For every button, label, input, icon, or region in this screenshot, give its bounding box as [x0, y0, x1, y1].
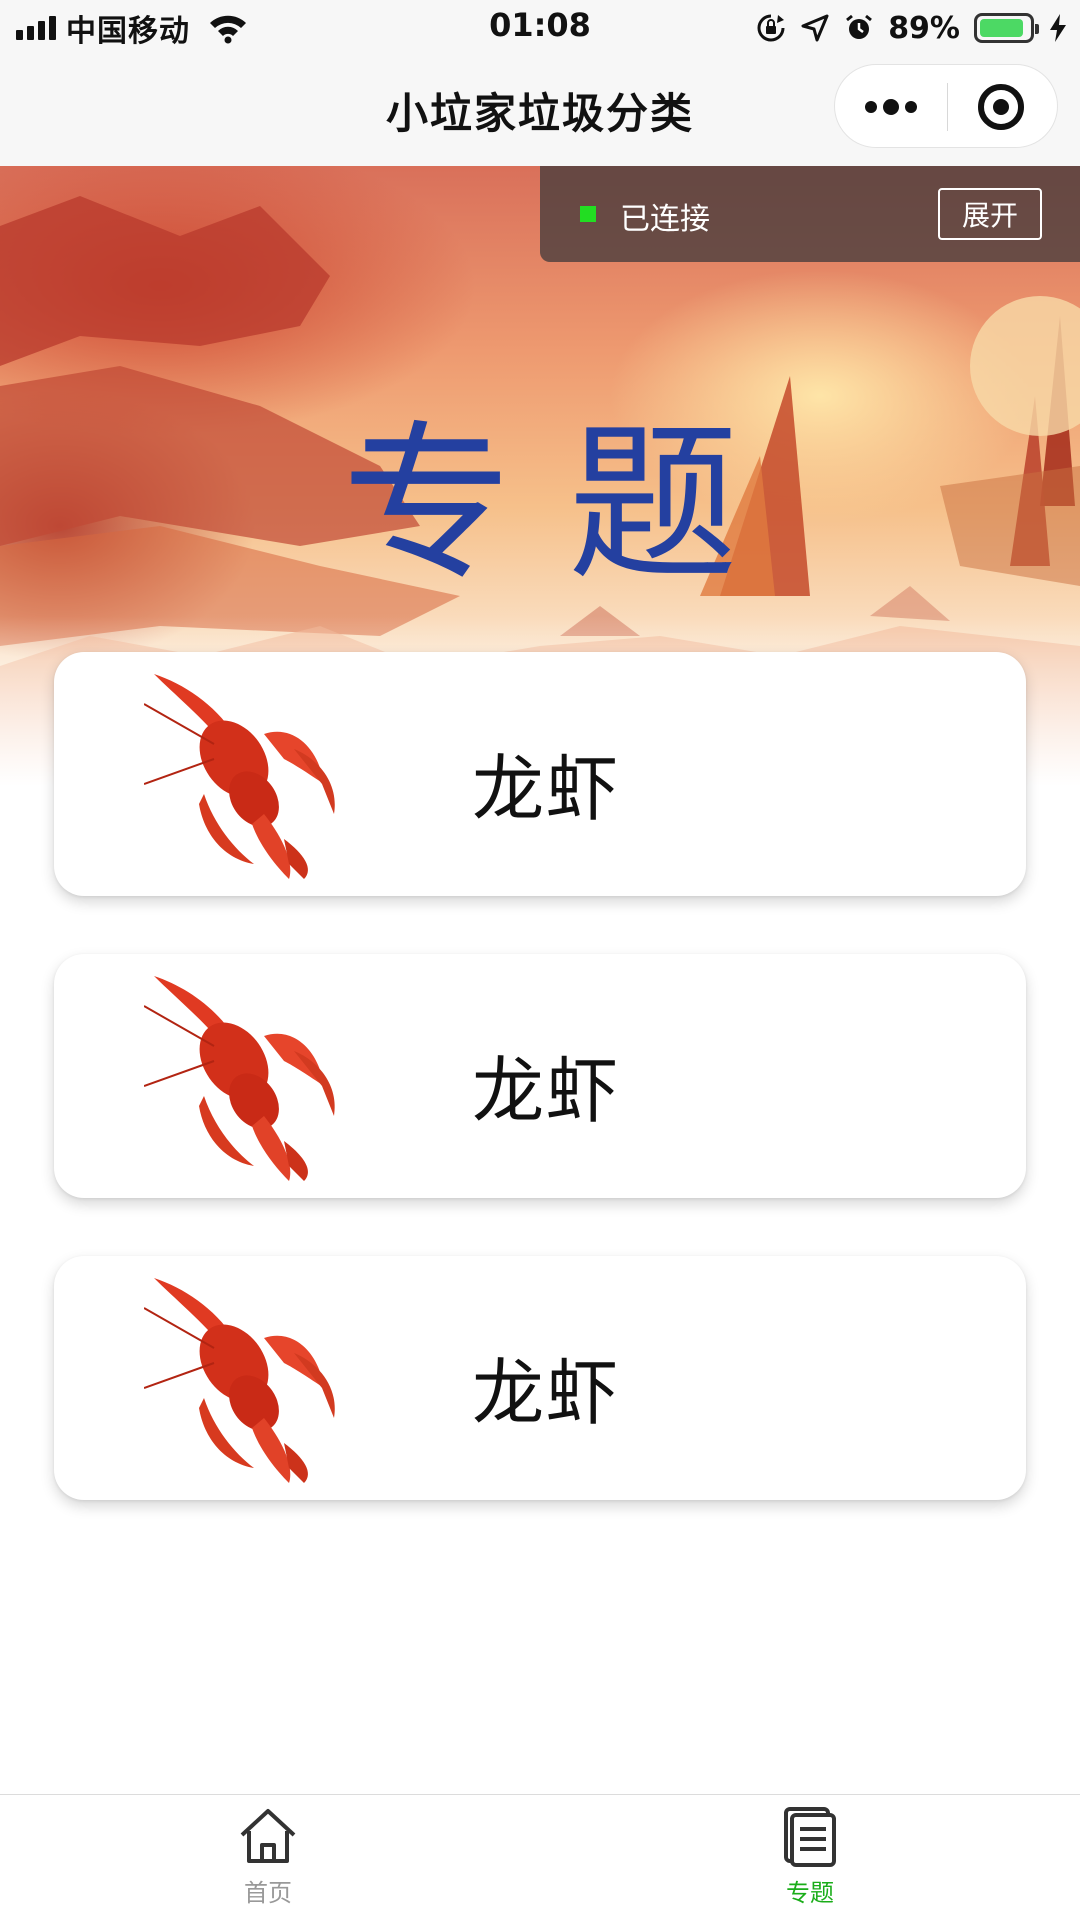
expand-button[interactable]: 展开	[938, 188, 1042, 240]
topic-label: 龙虾	[472, 1049, 621, 1133]
status-right: 89%	[756, 8, 1068, 48]
topic-card[interactable]: 龙虾	[54, 1256, 1026, 1500]
topic-card[interactable]: 龙虾	[54, 652, 1026, 896]
battery-percent: 89%	[888, 10, 960, 46]
connection-status-text: 已连接	[620, 202, 710, 237]
topic-label: 龙虾	[472, 1351, 621, 1435]
location-icon	[801, 14, 829, 42]
debug-connection-bar: 已连接 展开	[540, 166, 1080, 262]
tab-label: 首页	[244, 1879, 292, 1907]
tab-home[interactable]: 首页	[168, 1805, 368, 1915]
topic-card[interactable]: 龙虾	[54, 954, 1026, 1198]
battery-icon	[974, 13, 1039, 43]
page: 中国移动 01:08 89% 小垃家垃圾分类 专题 已连接 展开 龙虾 龙虾 龙…	[0, 0, 1080, 1920]
tab-topics[interactable]: 专题	[710, 1805, 910, 1915]
lobster-image	[144, 674, 335, 879]
lobster-image	[144, 976, 335, 1181]
lobster-image	[144, 1278, 335, 1483]
tab-bar: 首页 专题	[0, 1794, 1080, 1920]
topic-list: 龙虾 龙虾 龙虾	[54, 652, 1026, 1558]
status-bar: 中国移动 01:08 89%	[0, 0, 1080, 54]
battery-fill	[980, 19, 1023, 37]
topic-label: 龙虾	[472, 747, 621, 831]
close-miniprogram-icon[interactable]	[945, 65, 1057, 149]
hero-title: 专题	[341, 406, 794, 604]
nav-bar: 小垃家垃圾分类	[0, 54, 1080, 166]
orientation-lock-icon	[757, 14, 785, 42]
more-icon[interactable]	[835, 65, 947, 149]
tab-label: 专题	[786, 1879, 834, 1907]
home-icon	[240, 1809, 296, 1863]
charging-icon	[1050, 14, 1066, 42]
alarm-icon	[846, 14, 873, 39]
connection-status-dot	[580, 206, 596, 222]
topics-icon	[784, 1807, 836, 1867]
miniprogram-capsule	[834, 64, 1058, 148]
